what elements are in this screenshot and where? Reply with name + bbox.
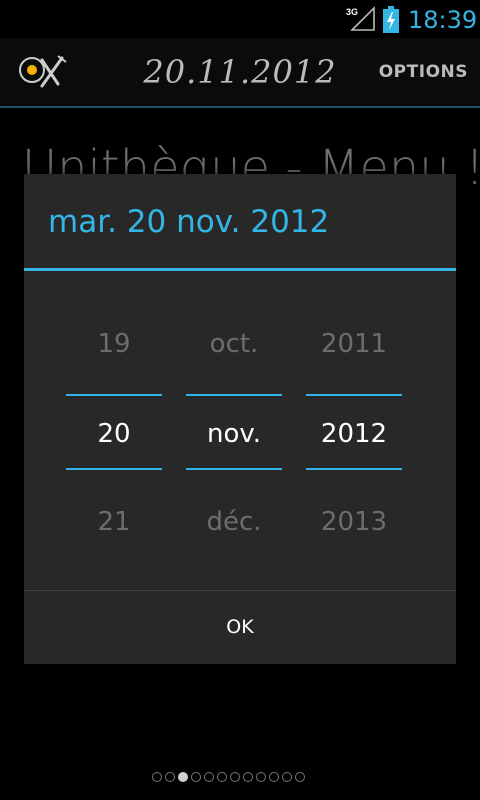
- year-picker[interactable]: 2011 2012 2013: [306, 314, 402, 544]
- month-current[interactable]: nov.: [186, 414, 282, 454]
- year-current[interactable]: 2012: [306, 414, 402, 454]
- battery-charging-icon: [382, 6, 400, 34]
- page-dot: [191, 772, 201, 782]
- month-picker[interactable]: oct. nov. déc.: [186, 314, 282, 544]
- page-dot: [165, 772, 175, 782]
- dialog-title: mar. 20 nov. 2012: [48, 204, 330, 240]
- dialog-title-divider: [24, 268, 456, 271]
- day-selection-line-bottom: [66, 468, 162, 470]
- action-bar: 20.11.2012 OPTIONS: [0, 38, 480, 106]
- page-dot: [204, 772, 214, 782]
- year-selection-line-top: [306, 394, 402, 396]
- page-dot: [152, 772, 162, 782]
- day-prev[interactable]: 19: [66, 324, 162, 364]
- day-next[interactable]: 21: [66, 502, 162, 542]
- app-logo-icon[interactable]: [18, 52, 68, 92]
- page-dot: [243, 772, 253, 782]
- year-next[interactable]: 2013: [306, 502, 402, 542]
- page-dot: [282, 772, 292, 782]
- page-dot: [256, 772, 266, 782]
- page-dot: [217, 772, 227, 782]
- day-picker[interactable]: 19 20 21: [66, 314, 162, 544]
- status-bar: 3G 18:39: [0, 0, 480, 38]
- month-next[interactable]: déc.: [186, 502, 282, 542]
- page-dot: [230, 772, 240, 782]
- day-selection-line-top: [66, 394, 162, 396]
- action-bar-date-title: 20.11.2012: [143, 53, 337, 91]
- date-picker-dialog: mar. 20 nov. 2012 19 20 21 oct. nov. déc…: [24, 174, 456, 664]
- signal-3g-icon: 3G: [346, 6, 376, 32]
- year-selection-line-bottom: [306, 468, 402, 470]
- page-indicator: [152, 772, 305, 786]
- page-dot: [295, 772, 305, 782]
- page-dot: [269, 772, 279, 782]
- day-current[interactable]: 20: [66, 414, 162, 454]
- month-selection-line-top: [186, 394, 282, 396]
- year-prev[interactable]: 2011: [306, 324, 402, 364]
- clock-time: 18:39: [408, 6, 478, 34]
- month-selection-line-bottom: [186, 468, 282, 470]
- ok-button[interactable]: OK: [24, 591, 456, 664]
- month-prev[interactable]: oct.: [186, 324, 282, 364]
- action-bar-divider: [0, 106, 480, 108]
- options-button[interactable]: OPTIONS: [379, 62, 468, 82]
- page-dot: [178, 772, 188, 782]
- network-type-label: 3G: [346, 7, 358, 17]
